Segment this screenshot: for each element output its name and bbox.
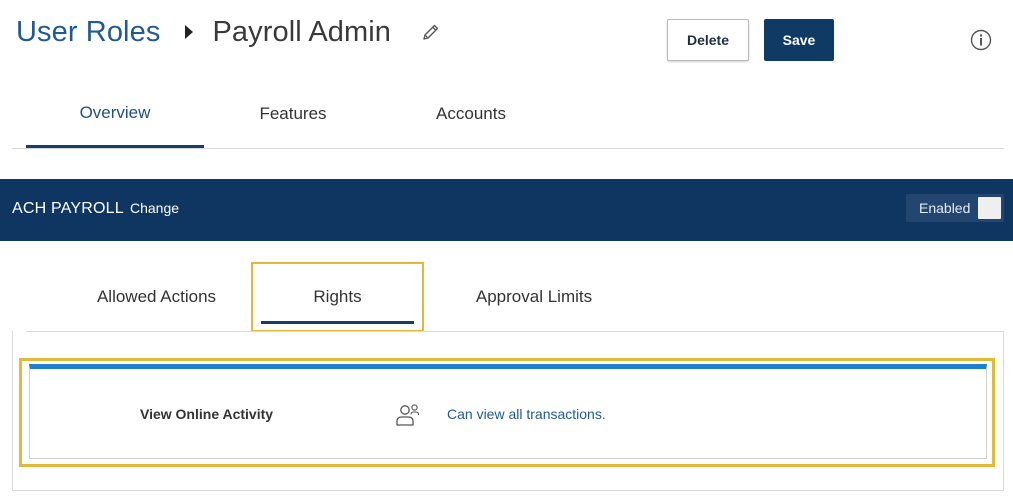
active-tab-indicator — [261, 321, 414, 324]
toggle-label: Enabled — [919, 200, 971, 216]
tab-features[interactable]: Features — [204, 80, 382, 148]
tab-overview[interactable]: Overview — [26, 80, 204, 148]
main-tabs: Overview Features Accounts — [26, 80, 560, 148]
change-feature-link[interactable]: Change — [130, 200, 179, 216]
tab-rights-label: Rights — [313, 287, 362, 306]
save-button[interactable]: Save — [764, 19, 834, 61]
enabled-toggle[interactable]: Enabled — [906, 194, 1004, 222]
right-name: View Online Activity — [140, 406, 274, 422]
tab-allowed-actions[interactable]: Allowed Actions — [68, 262, 245, 332]
feature-banner: ACH PAYROLL Change Enabled — [0, 179, 1013, 241]
tab-approval-limits[interactable]: Approval Limits — [430, 262, 638, 332]
tab-accounts[interactable]: Accounts — [382, 80, 560, 148]
sub-tabs: Allowed Actions Rights Approval Limits — [68, 262, 638, 332]
feature-title: ACH PAYROLL — [12, 200, 124, 217]
breadcrumb: User Roles Payroll Admin — [16, 12, 441, 52]
page-title: Payroll Admin — [212, 15, 392, 48]
tab-rights[interactable]: Rights — [251, 262, 424, 332]
right-description-link[interactable]: Can view all transactions. — [447, 406, 606, 422]
right-card: View Online Activity Can view all transa… — [29, 364, 987, 459]
users-icon — [396, 404, 420, 426]
info-icon[interactable] — [970, 29, 992, 51]
breadcrumb-user-roles-link[interactable]: User Roles — [16, 16, 160, 49]
main-tabs-divider — [12, 148, 1004, 149]
delete-button[interactable]: Delete — [667, 19, 749, 61]
pencil-icon[interactable] — [421, 22, 441, 42]
toggle-knob — [978, 197, 1001, 219]
caret-right-icon — [184, 25, 194, 39]
